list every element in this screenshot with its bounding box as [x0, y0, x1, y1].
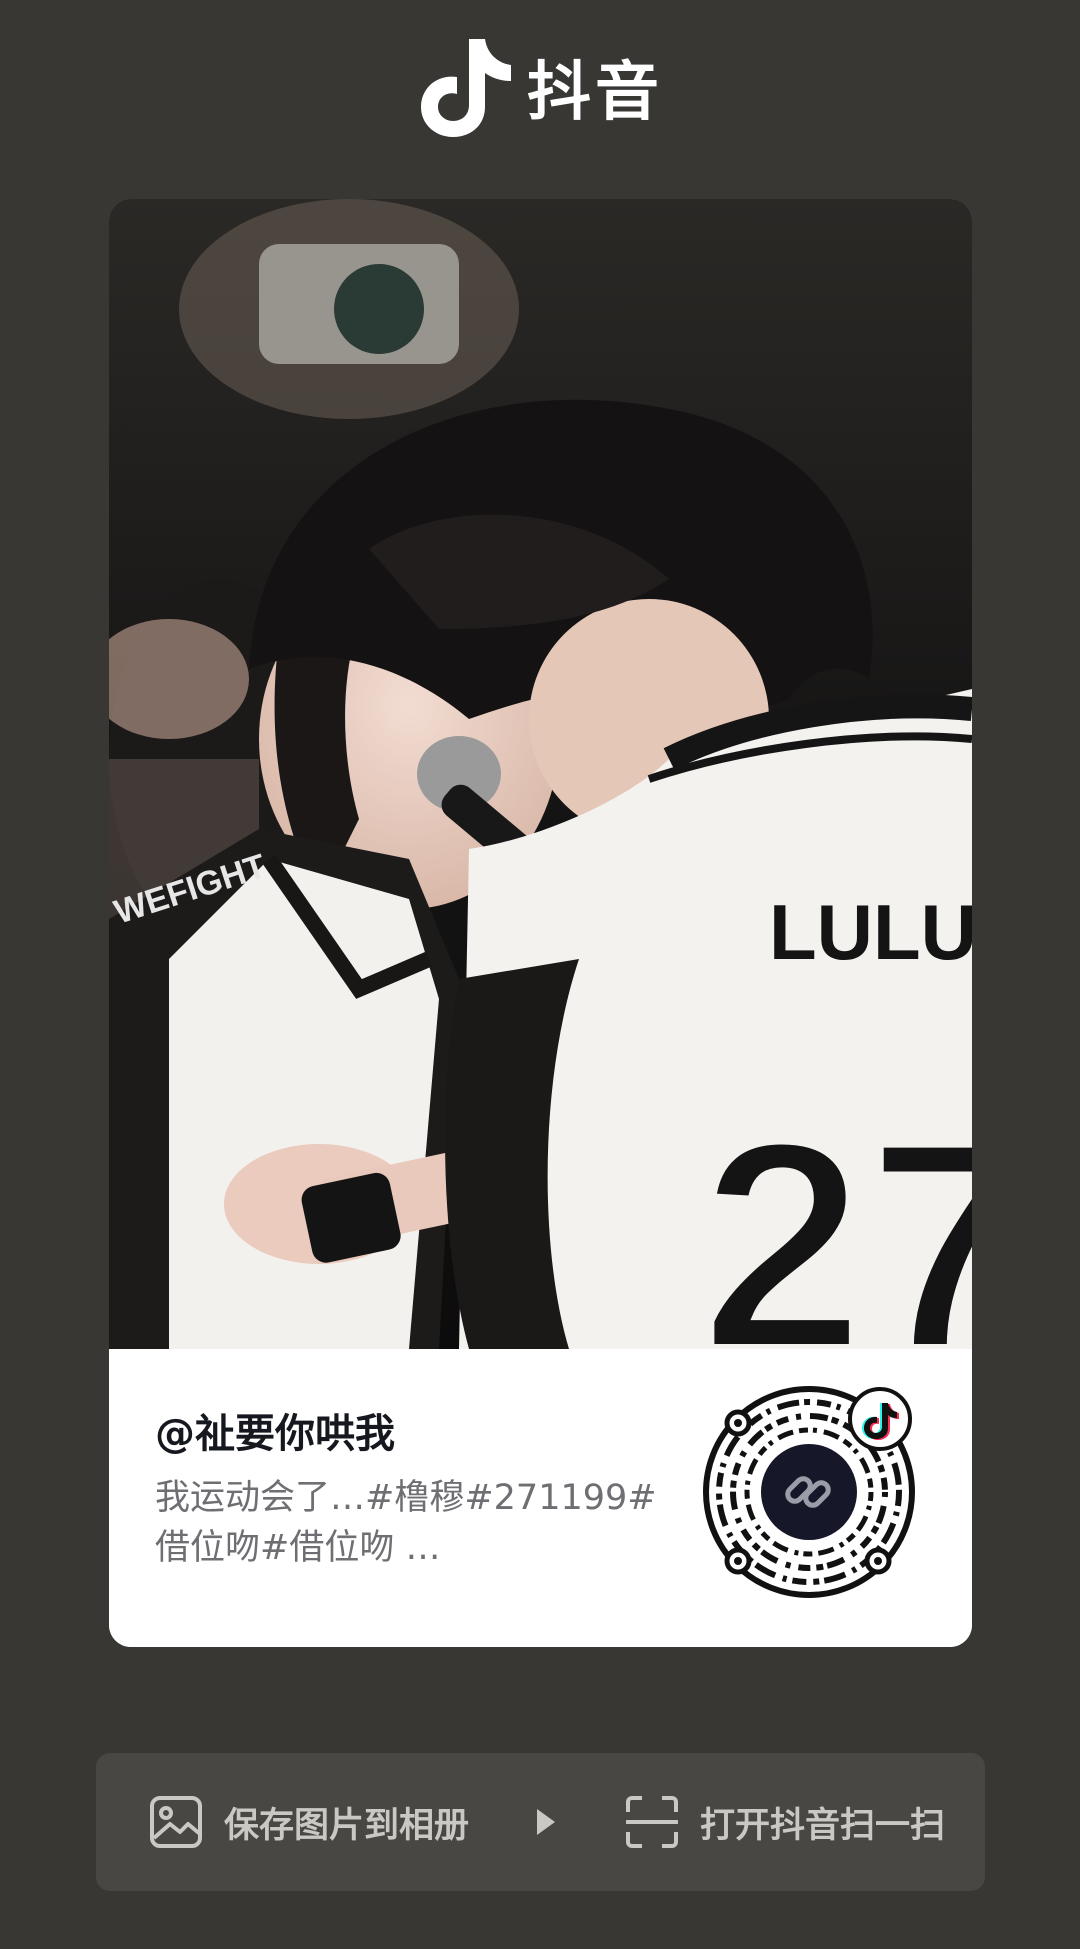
share-card: WEFIGHT LULU 27 @祉要你哄我 我运动会了…#橹穆#271199#… — [109, 199, 972, 1647]
douyin-note-icon — [421, 39, 511, 137]
author-username: @祉要你哄我 — [155, 1411, 395, 1457]
jersey-number: 27 — [699, 1077, 972, 1349]
qr-code — [700, 1383, 918, 1601]
jersey-name: LULU — [769, 888, 972, 976]
save-to-album-button[interactable]: 保存图片到相册 — [148, 1753, 469, 1891]
action-bar: 保存图片到相册 打开抖音扫一扫 — [96, 1753, 985, 1891]
app-name: 抖音 — [527, 56, 663, 130]
video-cover-image: WEFIGHT LULU 27 — [109, 199, 972, 1349]
post-info: @祉要你哄我 我运动会了…#橹穆#271199#借位吻#借位吻 … — [109, 1349, 972, 1647]
scan-icon — [626, 1796, 678, 1848]
app-header: 抖音 — [0, 32, 1080, 142]
open-douyin-scan-label: 打开抖音扫一扫 — [700, 1805, 946, 1846]
open-douyin-scan-button[interactable]: 打开抖音扫一扫 — [624, 1753, 945, 1891]
save-to-album-label: 保存图片到相册 — [224, 1805, 470, 1846]
triangle-right-icon — [537, 1809, 555, 1835]
image-icon — [150, 1796, 202, 1848]
douyin-badge-icon — [848, 1387, 912, 1451]
post-description: 我运动会了…#橹穆#271199#借位吻#借位吻 … — [155, 1478, 657, 1568]
